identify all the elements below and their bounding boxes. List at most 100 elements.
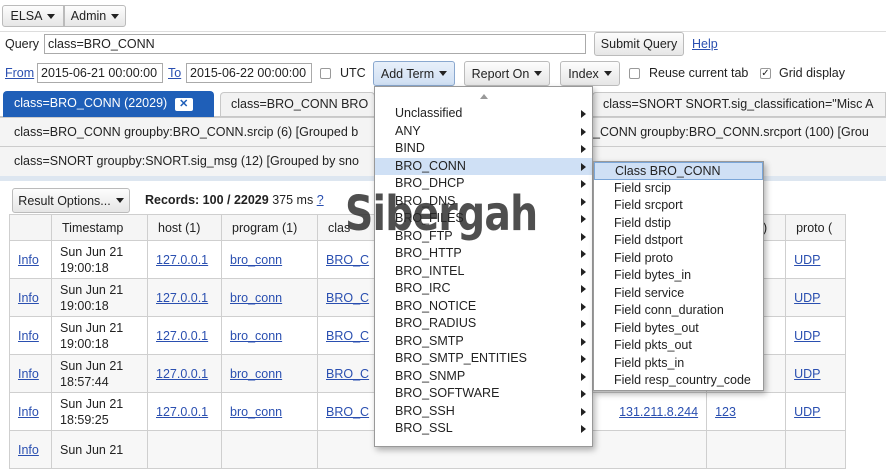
- host-cell: 127.0.0.1: [147, 392, 222, 431]
- submenu-item[interactable]: Field bytes_out: [594, 320, 763, 338]
- close-icon[interactable]: ✕: [174, 98, 193, 111]
- tab-bro-conn-active[interactable]: class=BRO_CONN (22029) ✕: [3, 91, 214, 117]
- add-term-button[interactable]: Add Term: [373, 61, 455, 86]
- submenu-item[interactable]: Field service: [594, 285, 763, 303]
- submenu-item[interactable]: Field pkts_out: [594, 337, 763, 355]
- chevron-right-icon: [581, 267, 586, 276]
- from-link[interactable]: From: [5, 66, 34, 80]
- host-link[interactable]: 127.0.0.1: [156, 405, 208, 419]
- proto-link[interactable]: UDP: [794, 367, 820, 381]
- proto-link[interactable]: UDP: [794, 405, 820, 419]
- result-options-button[interactable]: Result Options...: [12, 188, 130, 213]
- host-cell: 127.0.0.1: [147, 240, 222, 279]
- col-header-host[interactable]: host (1): [147, 214, 222, 241]
- program-link[interactable]: bro_conn: [230, 329, 282, 343]
- query-row-1b[interactable]: _CONN groupby:BRO_CONN.srcport (100) [Gr…: [593, 118, 886, 146]
- submenu-item[interactable]: Field dstip: [594, 215, 763, 233]
- info-link[interactable]: Info: [18, 291, 39, 305]
- chevron-right-icon: [581, 145, 586, 153]
- program-link[interactable]: bro_conn: [230, 253, 282, 267]
- chevron-down-icon: [115, 198, 124, 203]
- menu-item[interactable]: BRO_DHCP: [375, 175, 592, 193]
- submenu-item[interactable]: Field srcport: [594, 197, 763, 215]
- menu-item[interactable]: BRO_HTTP: [375, 245, 592, 263]
- proto-link[interactable]: UDP: [794, 291, 820, 305]
- submenu-item[interactable]: Field pkts_in: [594, 355, 763, 373]
- program-link[interactable]: bro_conn: [230, 367, 282, 381]
- class-link[interactable]: BRO_C: [326, 405, 369, 419]
- class-link[interactable]: BRO_C: [326, 367, 369, 381]
- chevron-down-icon: [534, 71, 543, 76]
- tab-bro-conn-2[interactable]: class=BRO_CONN BRO: [220, 92, 375, 116]
- submenu-item[interactable]: Field bytes_in: [594, 267, 763, 285]
- query-time-help-link[interactable]: ?: [317, 193, 324, 207]
- menu-item[interactable]: BRO_IRC: [375, 280, 592, 298]
- menu-item[interactable]: BRO_DNS: [375, 193, 592, 211]
- menu-item[interactable]: BRO_NOTICE: [375, 298, 592, 316]
- menu-item[interactable]: BRO_SSH: [375, 403, 592, 421]
- submenu-item[interactable]: Class BRO_CONN: [594, 162, 763, 180]
- menu-item[interactable]: BRO_SNMP: [375, 368, 592, 386]
- submenu-item[interactable]: Field conn_duration: [594, 302, 763, 320]
- help-link[interactable]: Help: [692, 37, 718, 51]
- info-link[interactable]: Info: [18, 405, 39, 419]
- reuse-tab-checkbox[interactable]: [629, 68, 640, 79]
- query-time: 375 ms: [272, 193, 314, 207]
- menu-item[interactable]: BRO_INTEL: [375, 263, 592, 281]
- chevron-right-icon: [581, 390, 586, 398]
- menu-item[interactable]: BRO_RADIUS: [375, 315, 592, 333]
- info-link[interactable]: Info: [18, 329, 39, 343]
- host-link[interactable]: 127.0.0.1: [156, 253, 208, 267]
- query-input[interactable]: class=BRO_CONN: [44, 34, 586, 54]
- info-link[interactable]: Info: [18, 367, 39, 381]
- class-link[interactable]: BRO_C: [326, 291, 369, 305]
- proto-cell: UDP: [785, 278, 847, 317]
- elsa-menu-button[interactable]: ELSA: [2, 5, 64, 27]
- index-button[interactable]: Index: [560, 61, 620, 86]
- host-link[interactable]: 127.0.0.1: [156, 367, 208, 381]
- grid-display-checkbox[interactable]: ✓: [760, 68, 771, 79]
- host-cell: [147, 430, 222, 469]
- timestamp-time: 19:00:18: [60, 298, 109, 313]
- menu-item[interactable]: BRO_SMTP_ENTITIES: [375, 350, 592, 368]
- submenu-item[interactable]: Field proto: [594, 250, 763, 268]
- proto-link[interactable]: UDP: [794, 329, 820, 343]
- info-link[interactable]: Info: [18, 253, 39, 267]
- menu-item[interactable]: BIND: [375, 140, 592, 158]
- program-link[interactable]: bro_conn: [230, 405, 282, 419]
- program-link[interactable]: bro_conn: [230, 291, 282, 305]
- menu-item[interactable]: BRO_SMTP: [375, 333, 592, 351]
- report-on-button[interactable]: Report On: [464, 61, 550, 86]
- host-link[interactable]: 127.0.0.1: [156, 291, 208, 305]
- proto-link[interactable]: UDP: [794, 253, 820, 267]
- to-input[interactable]: 2015-06-22 00:00:00: [186, 63, 312, 83]
- class-link[interactable]: BRO_C: [326, 253, 369, 267]
- menu-item-label: BRO_SSL: [395, 421, 453, 435]
- menu-item[interactable]: BRO_FILES: [375, 210, 592, 228]
- menu-item[interactable]: BRO_SSL: [375, 420, 592, 438]
- submenu-item[interactable]: Field resp_country_code: [594, 372, 763, 390]
- tab-snort[interactable]: class=SNORT SNORT.sig_classification="Mi…: [592, 92, 886, 116]
- menu-item[interactable]: ANY: [375, 123, 592, 141]
- host-link[interactable]: 127.0.0.1: [156, 329, 208, 343]
- from-input[interactable]: 2015-06-21 00:00:00: [37, 63, 163, 83]
- submenu-item[interactable]: Field dstport: [594, 232, 763, 250]
- col-header-program[interactable]: program (1): [221, 214, 318, 241]
- submenu-item[interactable]: Field srcip: [594, 180, 763, 198]
- to-link[interactable]: To: [168, 66, 181, 80]
- col-header-timestamp[interactable]: Timestamp: [51, 214, 148, 241]
- menu-item[interactable]: BRO_SOFTWARE: [375, 385, 592, 403]
- class-link[interactable]: BRO_C: [326, 329, 369, 343]
- menu-item[interactable]: BRO_FTP: [375, 228, 592, 246]
- admin-menu-button[interactable]: Admin: [64, 5, 126, 27]
- menu-item[interactable]: Unclassified: [375, 105, 592, 123]
- dstport-link[interactable]: 123: [715, 405, 736, 419]
- scroll-up-icon[interactable]: [375, 87, 592, 105]
- col-header-proto[interactable]: proto (: [785, 214, 847, 241]
- info-cell: Info: [9, 278, 52, 317]
- menu-item[interactable]: BRO_CONN: [375, 157, 592, 175]
- dstip-link[interactable]: 131.211.8.244: [619, 405, 698, 419]
- utc-checkbox[interactable]: [320, 68, 331, 79]
- info-link[interactable]: Info: [18, 443, 39, 457]
- submit-query-button[interactable]: Submit Query: [594, 32, 684, 56]
